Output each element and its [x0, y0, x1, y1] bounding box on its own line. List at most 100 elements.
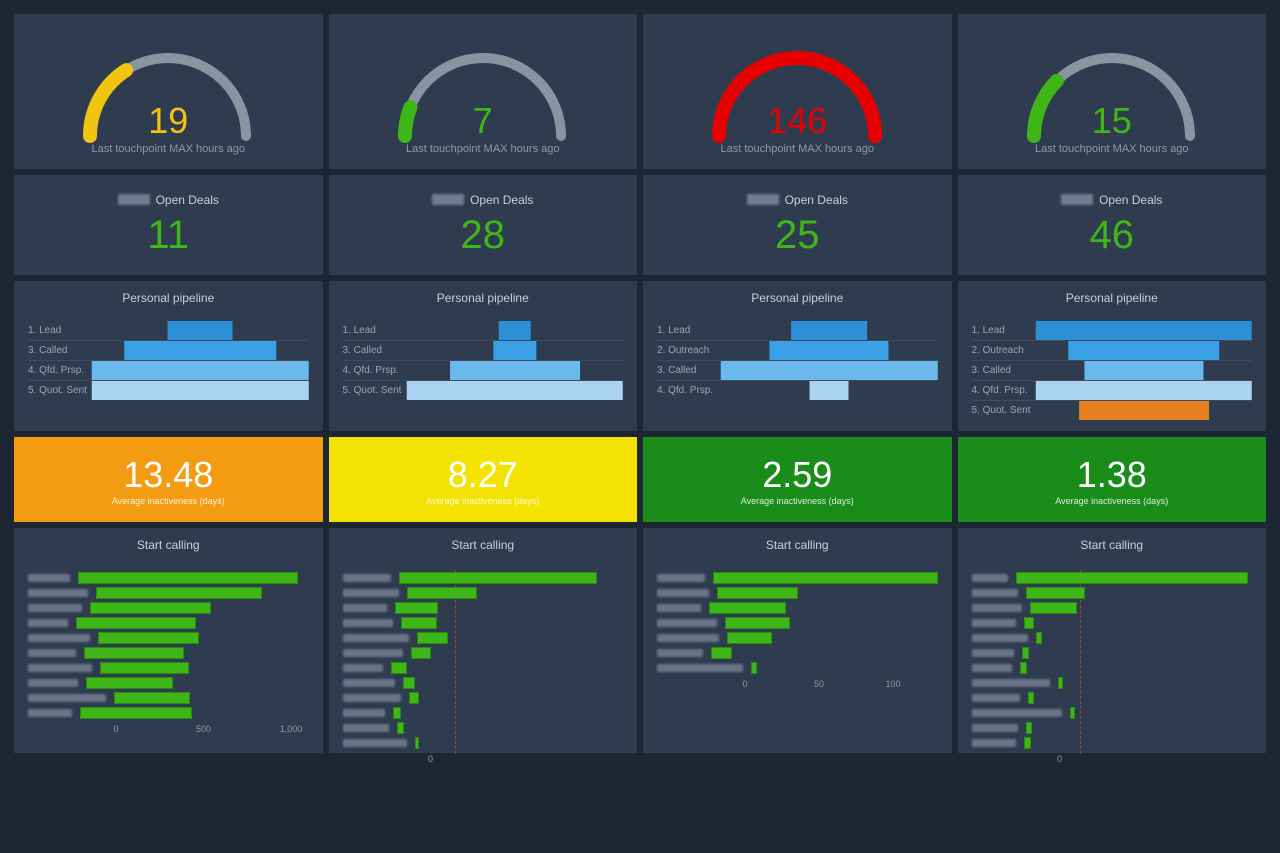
pipeline-bar — [407, 381, 624, 400]
bar-fill — [1024, 737, 1031, 749]
pipeline-title: Personal pipeline — [28, 291, 309, 305]
pipeline-stage: 5. Quot. Sent — [28, 381, 309, 400]
pipeline-title: Personal pipeline — [343, 291, 624, 305]
axis-tick: 0 — [428, 754, 433, 764]
redacted-label — [28, 604, 82, 612]
redacted-name — [1061, 194, 1093, 205]
redacted-label — [343, 634, 409, 642]
redacted-label — [343, 709, 385, 717]
bar-fill — [1030, 602, 1078, 614]
deals-value: 28 — [461, 213, 506, 258]
bar-fill — [1016, 572, 1249, 584]
bar-fill — [96, 587, 262, 599]
redacted-name — [432, 194, 464, 205]
pipeline-title: Personal pipeline — [972, 291, 1253, 305]
redacted-label — [972, 604, 1022, 612]
redacted-label — [657, 589, 709, 597]
pipeline-stage: 2. Outreach — [657, 341, 938, 361]
inactivity-value: 13.48 — [123, 454, 213, 496]
bar-row — [657, 570, 938, 585]
bar-fill — [1070, 707, 1076, 719]
x-axis: 050100 — [745, 679, 938, 693]
redacted-label — [657, 604, 701, 612]
redacted-label — [343, 679, 395, 687]
bar-row — [657, 615, 938, 630]
bar-fill — [709, 602, 786, 614]
pipeline-stage: 3. Called — [972, 361, 1253, 381]
redacted-label — [28, 589, 88, 597]
axis-tick: 1,000 — [280, 724, 303, 734]
x-axis: 0 — [431, 754, 624, 768]
bar-row — [28, 660, 309, 675]
pipeline-bar — [493, 341, 536, 360]
redacted-label — [343, 604, 387, 612]
gauge-arc — [383, 36, 583, 146]
inactivity-subtitle: Average inactiveness (days) — [741, 496, 854, 506]
bar-fill — [713, 572, 938, 584]
pipeline-stage: 1. Lead — [28, 321, 309, 341]
bar-row — [657, 585, 938, 600]
deals-title: Open Deals — [747, 193, 848, 207]
bar-row — [343, 705, 624, 720]
redacted-label — [28, 709, 72, 717]
bar-row — [972, 675, 1253, 690]
gauge-arc — [697, 36, 897, 146]
pipeline-bar — [1036, 381, 1253, 400]
bars-title: Start calling — [343, 538, 624, 552]
pipeline-bar — [1036, 321, 1253, 340]
gauge-card-0: 19 Last touchpoint MAX hours ago — [14, 14, 323, 169]
pipeline-bar — [810, 381, 849, 400]
bar-row — [343, 690, 624, 705]
bar-fill — [84, 647, 184, 659]
deals-title: Open Deals — [118, 193, 219, 207]
pipeline-stage: 1. Lead — [343, 321, 624, 341]
bar-fill — [415, 737, 420, 749]
bar-row — [972, 705, 1253, 720]
pipeline-bar — [92, 361, 309, 380]
deals-value: 11 — [147, 213, 189, 258]
pipeline-bar — [770, 341, 889, 360]
pipeline-bar — [450, 361, 580, 380]
bar-row — [343, 735, 624, 750]
bars-title: Start calling — [657, 538, 938, 552]
redacted-label — [972, 679, 1050, 687]
bar-fill — [409, 692, 419, 704]
pipeline-stage: 1. Lead — [972, 321, 1253, 341]
pipeline-bar — [1079, 401, 1209, 420]
bar-row — [28, 630, 309, 645]
calling-card-1: Start calling — [329, 528, 638, 753]
redacted-label — [972, 589, 1018, 597]
bar-fill — [403, 677, 416, 689]
bar-fill — [397, 722, 405, 734]
bar-fill — [1028, 692, 1035, 704]
deals-value: 25 — [775, 213, 820, 258]
redacted-label — [28, 619, 68, 627]
bar-fill — [78, 572, 298, 584]
bar-fill — [1026, 587, 1085, 599]
redacted-label — [343, 574, 391, 582]
redacted-label — [657, 664, 743, 672]
bar-fill — [98, 632, 199, 644]
bar-row — [28, 705, 309, 720]
inactivity-value: 1.38 — [1077, 454, 1147, 496]
inactivity-card-1: 8.27 Average inactiveness (days) — [329, 437, 638, 522]
redacted-label — [657, 634, 719, 642]
bar-fill — [1036, 632, 1043, 644]
redacted-label — [972, 694, 1020, 702]
pipeline-bar — [92, 381, 309, 400]
bar-fill — [76, 617, 196, 629]
bar-fill — [411, 647, 431, 659]
bar-row — [28, 645, 309, 660]
bar-fill — [395, 602, 438, 614]
axis-tick: 0 — [742, 679, 747, 689]
bar-row — [28, 600, 309, 615]
bar-fill — [391, 662, 407, 674]
bar-row — [343, 720, 624, 735]
bar-row — [972, 690, 1253, 705]
pipeline-stage: 4. Qfd. Prsp. — [972, 381, 1253, 401]
redacted-label — [343, 664, 383, 672]
axis-tick: 0 — [113, 724, 118, 734]
bar-row — [343, 630, 624, 645]
redacted-label — [972, 709, 1062, 717]
inactivity-card-2: 2.59 Average inactiveness (days) — [643, 437, 952, 522]
